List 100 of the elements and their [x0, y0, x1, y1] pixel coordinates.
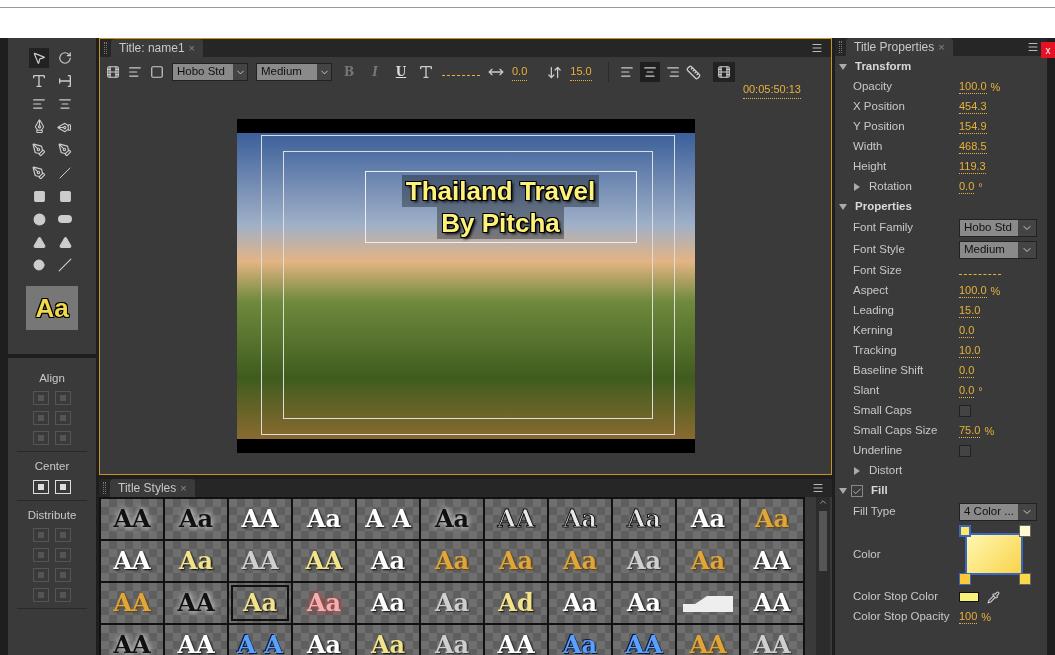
style-swatch[interactable]: AA — [677, 625, 739, 655]
style-swatch[interactable] — [677, 583, 739, 623]
color-gradient-picker[interactable] — [959, 525, 1031, 585]
expand-toggle-icon[interactable] — [853, 467, 861, 475]
style-sample: AA — [625, 629, 663, 655]
property-value[interactable]: 0.0 — [959, 324, 975, 338]
style-swatch[interactable]: Ad — [485, 583, 547, 623]
checkbox[interactable] — [959, 405, 971, 417]
font-dropdown[interactable]: Hobo Std — [172, 63, 248, 81]
style-swatch[interactable]: Aa — [293, 499, 355, 539]
property-value[interactable]: 0.0 — [959, 180, 975, 194]
style-swatch[interactable]: Aa — [613, 541, 675, 581]
expand-toggle-icon[interactable] — [853, 183, 861, 191]
style-swatch[interactable]: AA — [165, 625, 227, 655]
text-align-button[interactable] — [639, 62, 660, 82]
style-swatch[interactable]: AA — [101, 541, 163, 581]
style-swatch[interactable]: Aa — [549, 499, 611, 539]
tab-close-button[interactable]: × — [180, 479, 187, 497]
timecode[interactable]: 00:05:50:13 — [742, 81, 801, 99]
style-swatch[interactable]: Aa — [165, 499, 227, 539]
style-swatch[interactable]: Aa — [549, 541, 611, 581]
title-text[interactable]: Thailand Travel — [401, 175, 600, 208]
style-swatch[interactable]: Aa — [357, 541, 419, 581]
style-swatch[interactable]: A A — [357, 499, 419, 539]
property-value[interactable]: 454.3 — [959, 100, 987, 114]
format-button[interactable]: U — [392, 63, 410, 81]
selection-tool-icon[interactable] — [29, 48, 49, 68]
scroll-up-icon[interactable] — [818, 497, 828, 507]
expand-toggle-icon[interactable] — [839, 63, 847, 71]
property-label: Underline — [853, 443, 904, 459]
close-button[interactable]: x — [1041, 42, 1055, 58]
scrollbar[interactable] — [816, 497, 830, 655]
background-video-button[interactable] — [712, 62, 735, 82]
title-text[interactable]: By Pitcha — [437, 207, 564, 240]
style-swatch[interactable]: AA — [165, 583, 227, 623]
section-checkbox[interactable] — [851, 485, 863, 497]
style-swatch[interactable]: Aa — [421, 625, 483, 655]
property-value[interactable]: 15.0 — [959, 304, 981, 318]
property-value[interactable]: 468.5 — [959, 140, 987, 154]
property-value[interactable]: 0.0 — [959, 384, 975, 398]
property-value[interactable]: 100.0 — [959, 80, 987, 94]
style-swatch[interactable]: Aa — [357, 583, 419, 623]
style-swatch[interactable]: Aa — [549, 583, 611, 623]
style-swatch[interactable]: AA — [229, 499, 291, 539]
style-swatch[interactable]: Aa — [293, 625, 355, 655]
tab-stops-icon[interactable] — [685, 64, 701, 80]
dropdown[interactable]: 4 Color ... — [959, 503, 1037, 521]
font-dropdown[interactable]: Medium — [256, 63, 332, 81]
expand-toggle-icon[interactable] — [839, 203, 847, 211]
style-swatch[interactable]: AA — [741, 625, 803, 655]
style-swatch[interactable]: Aa — [293, 583, 355, 623]
kerning-value[interactable]: 0.0 — [512, 63, 528, 81]
panel-tab[interactable]: Title Styles — [118, 479, 177, 497]
dropdown[interactable]: Hobo Std — [959, 219, 1037, 237]
style-swatch[interactable]: Aa — [613, 499, 675, 539]
color-swatch[interactable] — [959, 592, 979, 602]
leading-value[interactable]: 15.0 — [570, 63, 592, 81]
panel-menu-icon[interactable] — [812, 482, 824, 494]
text-bounding-box[interactable]: Thailand Travel By Pitcha — [364, 171, 637, 244]
style-sample: AA — [753, 629, 791, 655]
property-value[interactable]: 100 — [959, 610, 978, 624]
style-swatch[interactable]: Aa — [677, 541, 739, 581]
property-value[interactable]: 10.0 — [959, 344, 981, 358]
style-swatch[interactable]: Aa — [613, 583, 675, 623]
panel-menu-icon[interactable] — [811, 42, 823, 54]
style-swatch[interactable]: AA — [485, 625, 547, 655]
style-swatch[interactable]: Aa — [677, 499, 739, 539]
style-swatch[interactable]: Aa — [485, 541, 547, 581]
style-swatch[interactable]: AA — [293, 541, 355, 581]
style-swatch[interactable]: AA — [741, 583, 803, 623]
style-swatch[interactable]: AA — [741, 541, 803, 581]
checkbox[interactable] — [959, 445, 971, 457]
property-value[interactable]: 75.0 — [959, 424, 981, 438]
expand-toggle-icon[interactable] — [839, 487, 847, 495]
text-align-icon — [665, 65, 680, 79]
property-value[interactable]: 100.0 — [959, 284, 987, 298]
tab-close-button[interactable]: × — [938, 38, 945, 56]
dropdown[interactable]: Medium — [959, 241, 1037, 259]
font-size-icon[interactable] — [418, 64, 434, 80]
tab-close-button[interactable]: × — [188, 39, 196, 57]
style-swatch[interactable]: Aa — [165, 541, 227, 581]
panel-tab[interactable]: Title: name1 — [119, 39, 185, 57]
style-swatch[interactable]: Aa — [421, 499, 483, 539]
style-swatch[interactable]: AA — [485, 499, 547, 539]
style-swatch[interactable]: AA — [101, 583, 163, 623]
panel-tab[interactable]: Title Properties — [854, 38, 935, 56]
style-swatch[interactable]: Aa — [357, 625, 419, 655]
style-swatch[interactable]: AA — [101, 499, 163, 539]
panel-menu-icon[interactable] — [1027, 41, 1039, 53]
eyedropper-icon[interactable] — [987, 590, 1000, 604]
property-value[interactable]: 0.0 — [959, 364, 975, 378]
style-swatch[interactable]: AA — [101, 625, 163, 655]
style-swatch[interactable]: Aa — [421, 583, 483, 623]
style-swatch[interactable]: AA — [229, 541, 291, 581]
style-swatch[interactable]: Aa — [741, 499, 803, 539]
style-swatch[interactable]: Aa — [229, 583, 291, 623]
property-value[interactable]: 154.9 — [959, 120, 987, 134]
property-value[interactable]: 119.3 — [959, 160, 986, 174]
scroll-thumb[interactable] — [819, 511, 827, 571]
style-swatch[interactable]: Aa — [421, 541, 483, 581]
